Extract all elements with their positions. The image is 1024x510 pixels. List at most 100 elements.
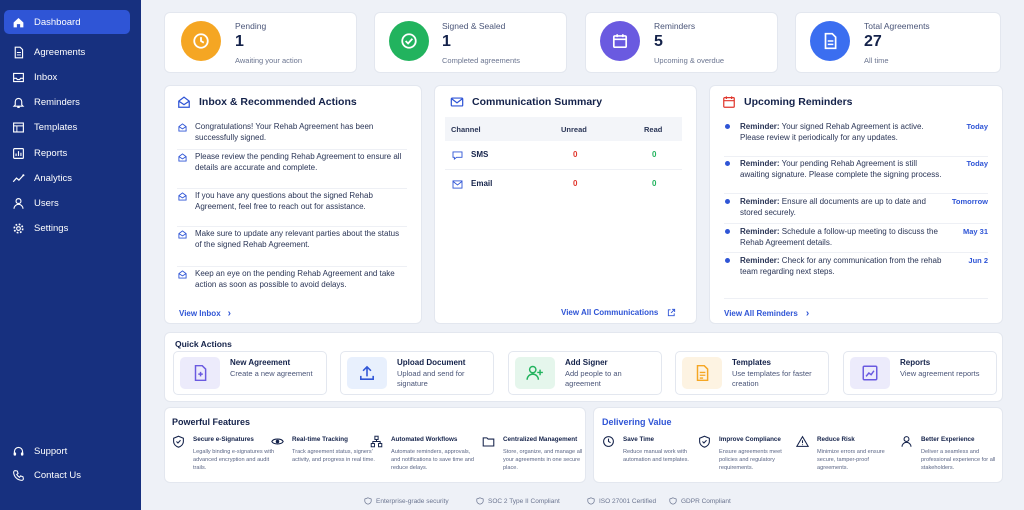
- shield-check-icon: [173, 435, 184, 448]
- shield-icon: [669, 497, 677, 505]
- action-name: Templates: [732, 358, 771, 367]
- reminder-date: May 31: [962, 227, 988, 236]
- sidebar-item-label: Analytics: [34, 172, 73, 184]
- sidebar-item-label: Agreements: [34, 46, 86, 58]
- stat-card-pending[interactable]: Pending 1 Awaiting your action: [164, 12, 357, 73]
- stat-title: Reminders: [654, 21, 696, 31]
- inbox-item[interactable]: Keep an eye on the pending Rehab Agreeme…: [177, 267, 407, 303]
- table-row[interactable]: SMS 0 0: [445, 142, 682, 170]
- sidebar-item-label: Support: [34, 445, 68, 457]
- reminder-item[interactable]: Reminder: Your signed Rehab Agreement is…: [724, 121, 988, 157]
- value-name: Better Experience: [921, 436, 975, 443]
- sidebar-item-label: Reports: [34, 147, 68, 159]
- sidebar-item-templates[interactable]: Templates: [4, 115, 130, 139]
- icon-bg: [682, 357, 722, 389]
- sidebar-item-inbox[interactable]: Inbox: [4, 65, 130, 89]
- section-title: Quick Actions: [175, 339, 232, 349]
- action-desc: Add people to an agreement: [565, 369, 622, 388]
- quick-action-add-signer[interactable]: Add Signer Add people to an agreement: [508, 351, 662, 395]
- quick-action-templates[interactable]: Templates Use templates for faster creat…: [675, 351, 829, 395]
- inbox-item[interactable]: Please review the pending Rehab Agreemen…: [177, 150, 407, 189]
- feature-desc: Legally binding e-signatures with advanc…: [193, 449, 275, 471]
- stat-subtitle: All time: [864, 56, 889, 65]
- sidebar-item-analytics[interactable]: Analytics: [4, 166, 130, 190]
- footer-badge: Enterprise-grade security: [364, 497, 449, 505]
- footer-badge: GDPR Compliant: [669, 497, 731, 505]
- view-all-reminders-link[interactable]: View All Reminders ›: [724, 308, 809, 319]
- clock-icon: [603, 436, 614, 447]
- envelope-icon: [178, 270, 187, 279]
- envelope-icon: [178, 230, 187, 239]
- reminder-date: Jun 2: [968, 256, 988, 265]
- table-row[interactable]: Email 0 0: [445, 171, 682, 199]
- reminders-panel: Upcoming Reminders Reminder: Your signed…: [709, 85, 1003, 324]
- reminder-item[interactable]: Reminder: Check for any communication fr…: [724, 253, 988, 283]
- stat-subtitle: Completed agreements: [442, 56, 520, 65]
- sidebar-item-contact-us[interactable]: Contact Us: [4, 463, 130, 487]
- reminder-item[interactable]: Reminder: Schedule a follow-up meeting t…: [724, 224, 988, 253]
- comm-table-header: Channel Unread Read: [445, 117, 682, 141]
- stat-title: Total Agreements: [864, 21, 930, 31]
- icon-bg: [850, 357, 890, 389]
- sidebar-item-label: Settings: [34, 222, 69, 234]
- users-icon: [13, 197, 24, 209]
- quick-action-upload-document[interactable]: Upload Document Upload and send for sign…: [340, 351, 494, 395]
- workflow-icon: [370, 435, 383, 448]
- reminder-date: Today: [966, 159, 988, 168]
- view-all-communications-link[interactable]: View All Communications: [561, 308, 676, 317]
- template-icon: [696, 364, 709, 382]
- sidebar-item-reminders[interactable]: Reminders: [4, 90, 130, 114]
- communication-panel: Communication Summary Channel Unread Rea…: [434, 85, 697, 324]
- sidebar-item-support[interactable]: Support: [4, 439, 130, 463]
- inbox-item[interactable]: Congratulations! Your Rehab Agreement ha…: [177, 121, 407, 150]
- reminder-prefix: Reminder:: [740, 227, 780, 236]
- eye-icon: [271, 438, 284, 445]
- value-name: Reduce Risk: [817, 436, 855, 443]
- sidebar-item-settings[interactable]: Settings: [4, 216, 130, 240]
- stat-value: 1: [235, 33, 244, 50]
- section-title: Delivering Value: [602, 417, 672, 427]
- clock-icon: [193, 33, 209, 49]
- envelope-icon: [450, 97, 464, 107]
- bullet-dot: [725, 199, 730, 204]
- action-name: Reports: [900, 358, 931, 367]
- sidebar-item-users[interactable]: Users: [4, 191, 130, 215]
- stat-icon-bg: [181, 21, 221, 61]
- icon-bg: [180, 357, 220, 389]
- user-icon: [901, 436, 912, 447]
- action-name: Add Signer: [565, 358, 608, 367]
- stat-card-total[interactable]: Total Agreements 27 All time: [795, 12, 1001, 73]
- footer-badge: ISO 27001 Certified: [587, 497, 656, 505]
- sidebar-item-agreements[interactable]: Agreements: [4, 40, 130, 64]
- chevron-right-icon: ›: [805, 308, 810, 319]
- stat-card-reminders[interactable]: Reminders 5 Upcoming & overdue: [585, 12, 778, 73]
- feature-desc: Track agreement status, signers' activit…: [292, 449, 375, 463]
- document-icon: [14, 46, 24, 58]
- view-inbox-link[interactable]: View Inbox ›: [179, 308, 231, 319]
- document-icon: [824, 32, 837, 50]
- reminder-item[interactable]: Reminder: Your pending Rehab Agreement i…: [724, 157, 988, 194]
- sidebar-item-reports[interactable]: Reports: [4, 141, 130, 165]
- shield-check-icon: [699, 435, 710, 448]
- stat-card-signed[interactable]: Signed & Sealed 1 Completed agreements: [374, 12, 567, 73]
- inbox-item[interactable]: If you have any questions about the sign…: [177, 189, 407, 227]
- quick-action-reports[interactable]: Reports View agreement reports: [843, 351, 997, 395]
- value-name: Save Time: [623, 436, 655, 443]
- reminder-item[interactable]: Reminder: Ensure all documents are up to…: [724, 194, 988, 224]
- inbox-item[interactable]: Make sure to update any relevant parties…: [177, 227, 407, 267]
- feature-name: Secure e-Signatures: [193, 436, 254, 443]
- envelope-icon: [178, 192, 187, 201]
- header-read: Read: [644, 125, 663, 134]
- channel-name: Email: [471, 179, 493, 188]
- stat-title: Pending: [235, 21, 267, 31]
- stat-icon-bg: [810, 21, 850, 61]
- report-icon: [13, 147, 24, 159]
- headset-icon: [13, 446, 24, 456]
- reminder-prefix: Reminder:: [740, 122, 780, 131]
- icon-bg: [515, 357, 555, 389]
- read-count: 0: [652, 179, 657, 188]
- stat-value: 1: [442, 33, 451, 50]
- sidebar-item-dashboard[interactable]: Dashboard: [4, 10, 130, 34]
- external-link-icon: [668, 308, 676, 317]
- quick-action-new-agreement[interactable]: New Agreement Create a new agreement: [173, 351, 327, 395]
